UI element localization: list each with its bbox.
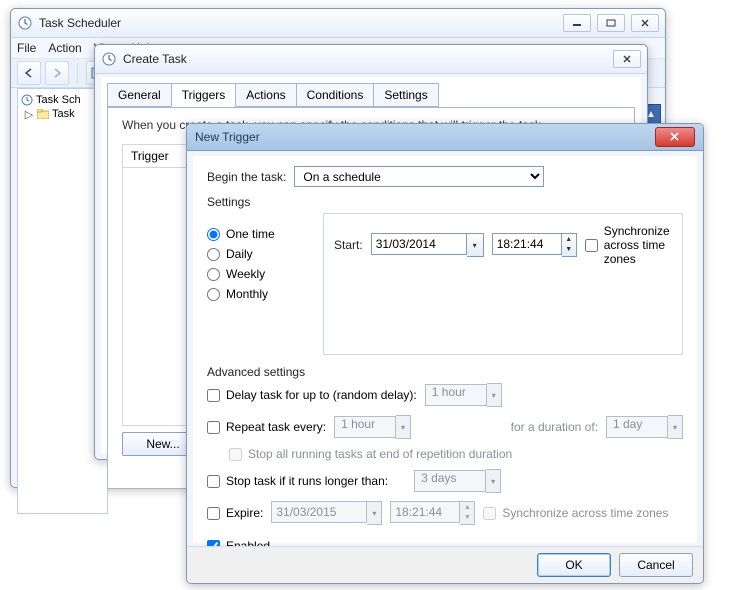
duration-combo: 1 day▾ <box>606 415 683 439</box>
time-spinner: ▲▼ <box>460 501 475 525</box>
radio-monthly[interactable]: Monthly <box>207 287 307 301</box>
chevron-down-icon: ▾ <box>668 415 683 439</box>
tree-child[interactable]: ▷ Task <box>20 107 105 121</box>
tree-child-label: Task <box>52 108 75 120</box>
begin-task-label: Begin the task: <box>207 170 286 184</box>
dialog-footer: OK Cancel <box>187 546 703 583</box>
stop-at-end-checkbox: Stop all running tasks at end of repetit… <box>229 447 512 461</box>
begin-task-select[interactable]: On a schedule <box>294 166 544 187</box>
schedule-details-panel: Start: ▾ ▲▼ Synchronize across time zone… <box>323 213 683 355</box>
close-button[interactable] <box>655 127 695 147</box>
title-bar[interactable]: New Trigger <box>187 124 703 151</box>
ok-button[interactable]: OK <box>537 553 611 577</box>
chevron-down-icon: ▾ <box>487 383 502 407</box>
duration-label: for a duration of: <box>511 420 598 434</box>
calendar-dropdown-icon[interactable]: ▾ <box>467 233 484 257</box>
clock-icon <box>17 15 33 31</box>
title-bar[interactable]: Create Task <box>95 45 647 74</box>
delay-checkbox[interactable]: Delay task for up to (random delay): <box>207 388 417 402</box>
expire-date-input <box>271 501 367 523</box>
stop-longer-checkbox[interactable]: Stop task if it runs longer than: <box>207 474 388 488</box>
toolbar-divider <box>77 63 78 83</box>
tab-settings[interactable]: Settings <box>373 83 438 107</box>
expire-checkbox[interactable]: Expire: <box>207 506 263 520</box>
repeat-combo: 1 hour▾ <box>334 415 411 439</box>
tab-conditions[interactable]: Conditions <box>296 83 375 107</box>
maximize-button[interactable] <box>597 14 625 32</box>
advanced-settings-label: Advanced settings <box>207 365 683 379</box>
minimize-button[interactable] <box>563 14 591 32</box>
clock-icon <box>20 93 34 107</box>
new-trigger-dialog: New Trigger Begin the task: On a schedul… <box>186 123 704 584</box>
tab-triggers[interactable]: Triggers <box>171 83 237 107</box>
stop-longer-combo: 3 days▾ <box>414 469 501 493</box>
window-title: Task Scheduler <box>39 16 121 30</box>
delay-combo: 1 hour▾ <box>425 383 502 407</box>
radio-one-time[interactable]: One time <box>207 227 307 241</box>
tree-root-label: Task Sch <box>36 94 81 106</box>
tab-general[interactable]: General <box>107 83 172 107</box>
chevron-down-icon: ▾ <box>486 469 501 493</box>
start-label: Start: <box>334 238 363 252</box>
back-button[interactable] <box>17 61 41 85</box>
chevron-right-icon[interactable]: ▷ <box>24 108 34 121</box>
title-bar[interactable]: Task Scheduler <box>11 9 665 38</box>
start-time-input[interactable] <box>492 233 562 255</box>
close-button[interactable] <box>613 50 641 68</box>
sync-timezone-checkbox[interactable]: Synchronize across time zones <box>585 224 672 266</box>
menu-action[interactable]: Action <box>48 41 81 55</box>
tab-actions[interactable]: Actions <box>235 83 296 107</box>
schedule-frequency-group: One time Daily Weekly Monthly <box>207 213 307 355</box>
settings-group-label: Settings <box>207 195 683 209</box>
close-button[interactable] <box>631 14 659 32</box>
tree-root[interactable]: Task Sch <box>20 93 105 107</box>
forward-button[interactable] <box>45 61 69 85</box>
clock-icon <box>101 51 117 67</box>
column-trigger[interactable]: Trigger <box>123 145 177 167</box>
radio-daily[interactable]: Daily <box>207 247 307 261</box>
expire-sync-checkbox: Synchronize across time zones <box>483 506 668 520</box>
folder-icon <box>36 107 50 121</box>
calendar-dropdown-icon: ▾ <box>367 501 382 525</box>
radio-weekly[interactable]: Weekly <box>207 267 307 281</box>
tab-strip: General Triggers Actions Conditions Sett… <box>107 83 635 107</box>
time-spinner[interactable]: ▲▼ <box>562 233 577 257</box>
start-date-input[interactable] <box>371 233 467 255</box>
dialog-title: New Trigger <box>195 130 260 144</box>
dialog-body: Begin the task: On a schedule Settings O… <box>193 156 697 543</box>
window-title: Create Task <box>123 52 187 66</box>
expire-time-input <box>390 501 460 523</box>
menu-file[interactable]: File <box>17 41 36 55</box>
cancel-button[interactable]: Cancel <box>619 553 693 577</box>
chevron-down-icon: ▾ <box>396 415 411 439</box>
repeat-checkbox[interactable]: Repeat task every: <box>207 420 326 434</box>
